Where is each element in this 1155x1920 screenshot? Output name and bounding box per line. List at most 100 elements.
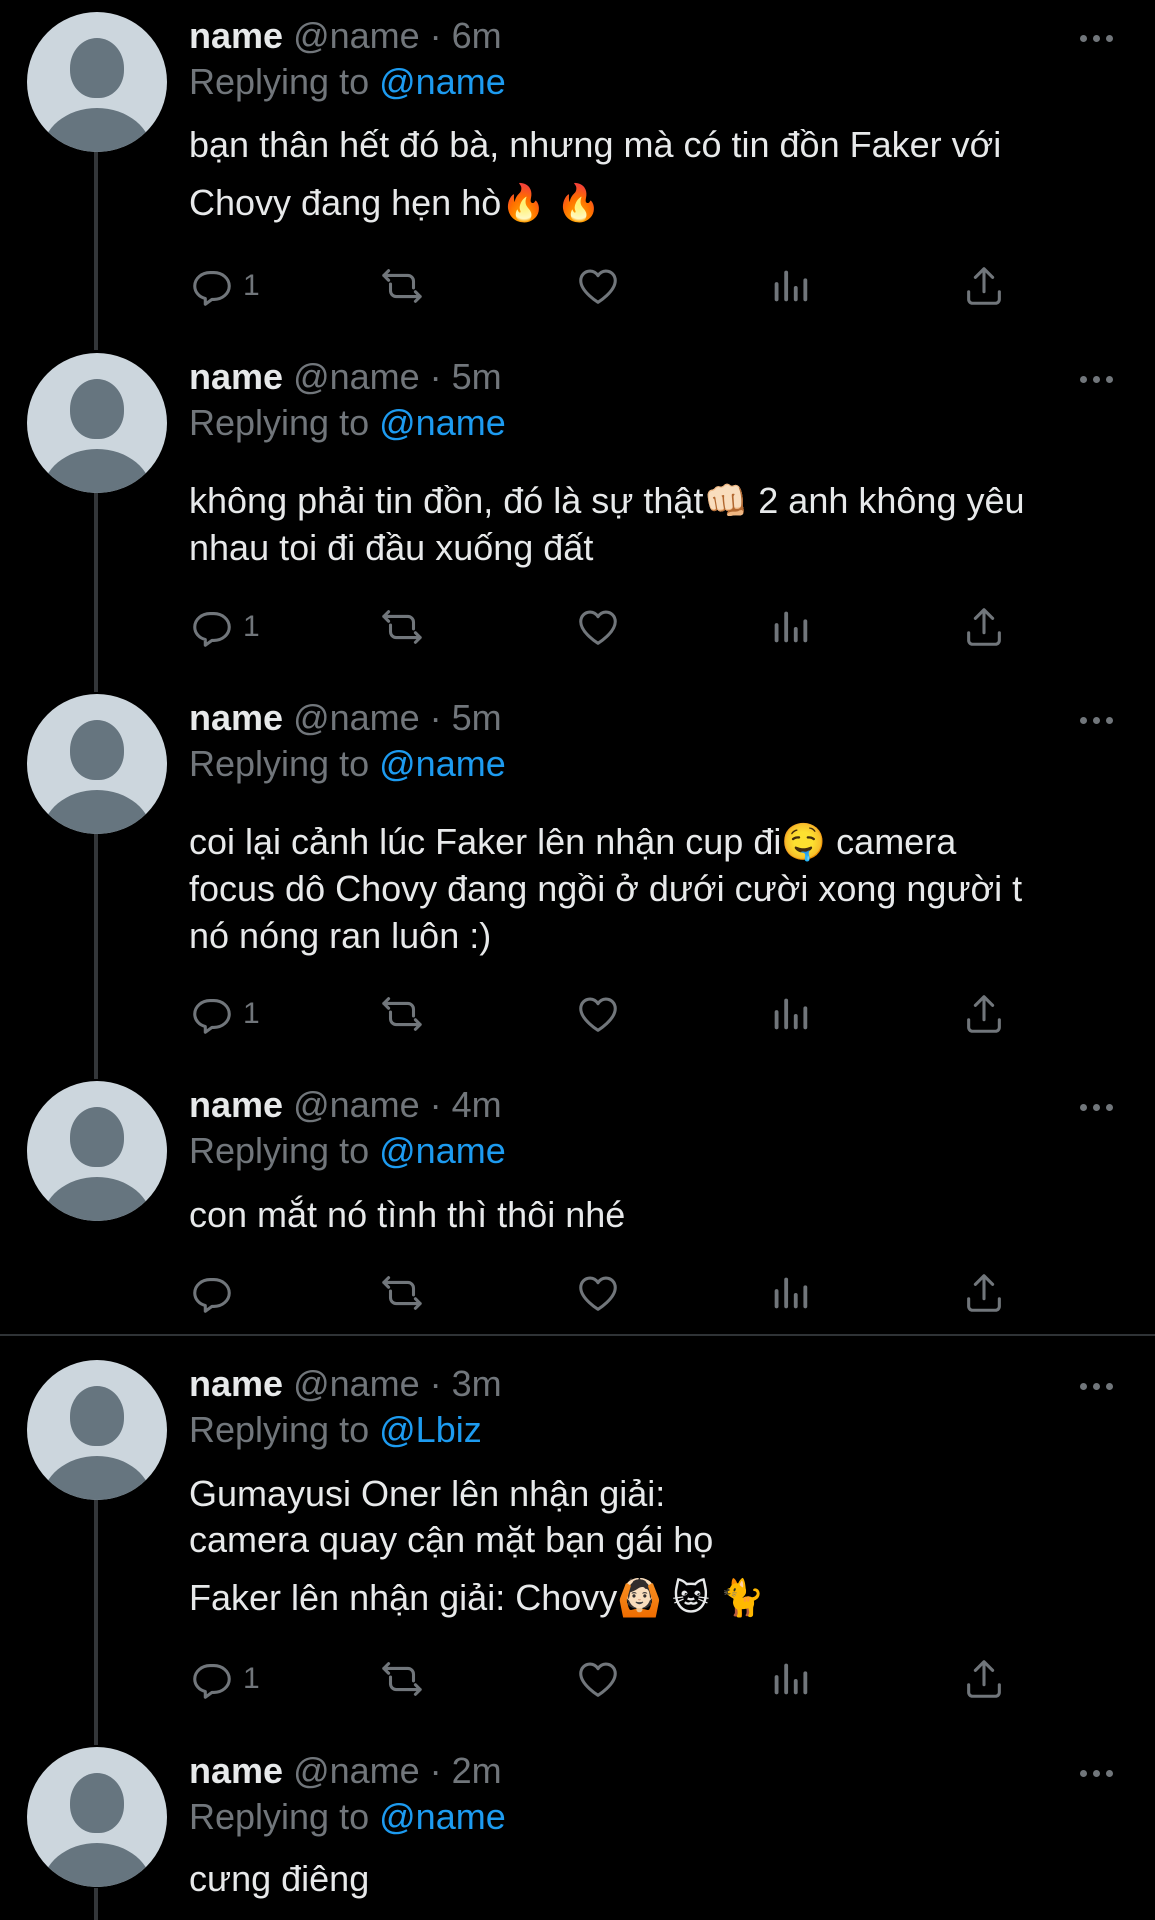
thread-line <box>94 492 98 692</box>
tweet-header: name @name · 5m <box>189 355 502 399</box>
tweet-header: name @name · 5m <box>189 696 502 740</box>
handle-and-time: @name · 3m <box>293 1363 502 1404</box>
reply-button[interactable]: 1 <box>189 602 260 652</box>
share-button[interactable] <box>961 261 1007 311</box>
tweet-header: name @name · 2m <box>189 1749 502 1793</box>
retweet-button[interactable] <box>379 261 425 311</box>
reply-button[interactable]: 1 <box>189 1654 260 1704</box>
replying-handle-link[interactable]: @name <box>379 402 506 443</box>
replying-to: Replying to @name <box>189 60 506 104</box>
heart-icon <box>575 263 621 309</box>
thread-line <box>94 150 98 350</box>
like-button[interactable] <box>575 989 621 1039</box>
avatar[interactable] <box>27 1747 167 1887</box>
more-icon[interactable] <box>1080 28 1120 48</box>
replying-to: Replying to @name <box>189 742 506 786</box>
like-button[interactable] <box>575 1654 621 1704</box>
retweet-icon <box>379 604 425 650</box>
replying-handle-link[interactable]: @name <box>379 1796 506 1837</box>
share-button[interactable] <box>961 1268 1007 1318</box>
reply-button[interactable] <box>189 1268 243 1318</box>
avatar[interactable] <box>27 12 167 152</box>
tweet-actions <box>189 1268 1029 1318</box>
handle-and-time: @name · 5m <box>293 697 502 738</box>
avatar[interactable] <box>27 353 167 493</box>
more-icon[interactable] <box>1080 1763 1120 1783</box>
share-icon <box>961 1270 1007 1316</box>
tweet-actions: 1 <box>189 1654 1029 1704</box>
reply-button[interactable]: 1 <box>189 989 260 1039</box>
display-name[interactable]: name <box>189 1750 283 1791</box>
divider <box>0 1334 1155 1336</box>
replying-label: Replying to <box>189 743 370 784</box>
views-button[interactable] <box>767 1268 813 1318</box>
replying-to: Replying to @name <box>189 1129 506 1173</box>
replying-handle-link[interactable]: @name <box>379 1130 506 1171</box>
retweet-button[interactable] <box>379 602 425 652</box>
avatar[interactable] <box>27 1360 167 1500</box>
thread-line <box>94 1500 98 1745</box>
share-button[interactable] <box>961 602 1007 652</box>
display-name[interactable]: name <box>189 1363 283 1404</box>
views-button[interactable] <box>767 989 813 1039</box>
share-icon <box>961 1656 1007 1702</box>
tweet-actions: 1 <box>189 602 1029 652</box>
tweet-actions: 1 <box>189 989 1029 1039</box>
thread-line <box>94 834 98 1079</box>
like-button[interactable] <box>575 602 621 652</box>
views-button[interactable] <box>767 261 813 311</box>
retweet-button[interactable] <box>379 1654 425 1704</box>
views-icon <box>767 1656 813 1702</box>
more-icon[interactable] <box>1080 1376 1120 1396</box>
replying-handle-link[interactable]: @name <box>379 743 506 784</box>
tweet-header: name @name · 6m <box>189 14 502 58</box>
like-button[interactable] <box>575 1268 621 1318</box>
tweet-header: name @name · 3m <box>189 1362 502 1406</box>
tweet-text-line: nó nóng ran luôn :) <box>189 915 492 956</box>
tweet-text-line: focus dô Chovy đang ngồi ở dưới cười xon… <box>189 868 1023 909</box>
views-button[interactable] <box>767 602 813 652</box>
views-icon <box>767 604 813 650</box>
reply-count: 1 <box>243 997 260 1030</box>
retweet-button[interactable] <box>379 1268 425 1318</box>
display-name[interactable]: name <box>189 697 283 738</box>
replying-to: Replying to @name <box>189 401 506 445</box>
replying-label: Replying to <box>189 402 370 443</box>
replying-label: Replying to <box>189 61 370 102</box>
replying-label: Replying to <box>189 1130 370 1171</box>
more-icon[interactable] <box>1080 369 1120 389</box>
tweet-text-line: bạn thân hết đó bà, nhưng mà có tin đồn … <box>189 124 1002 165</box>
more-icon[interactable] <box>1080 1097 1120 1117</box>
share-icon <box>961 991 1007 1037</box>
retweet-icon <box>379 991 425 1037</box>
reply-icon <box>189 604 235 650</box>
share-button[interactable] <box>961 1654 1007 1704</box>
share-button[interactable] <box>961 989 1007 1039</box>
like-button[interactable] <box>575 261 621 311</box>
display-name[interactable]: name <box>189 356 283 397</box>
replying-label: Replying to <box>189 1796 370 1837</box>
retweet-button[interactable] <box>379 989 425 1039</box>
views-icon <box>767 991 813 1037</box>
heart-icon <box>575 1656 621 1702</box>
retweet-icon <box>379 1270 425 1316</box>
reply-count: 1 <box>243 1662 260 1695</box>
reply-button[interactable]: 1 <box>189 261 260 311</box>
views-button[interactable] <box>767 1654 813 1704</box>
heart-icon <box>575 604 621 650</box>
replying-handle-link[interactable]: @Lbiz <box>379 1409 482 1450</box>
tweet-text-line: Gumayusi Oner lên nhận giải: <box>189 1473 666 1514</box>
handle-and-time: @name · 5m <box>293 356 502 397</box>
tweet-text-line: Chovy đang hẹn hò🔥 🔥 <box>189 182 601 223</box>
replying-handle-link[interactable]: @name <box>379 61 506 102</box>
avatar[interactable] <box>27 694 167 834</box>
avatar[interactable] <box>27 1081 167 1221</box>
reply-count: 1 <box>243 610 260 643</box>
retweet-icon <box>379 1656 425 1702</box>
share-icon <box>961 604 1007 650</box>
tweet-actions: 1 <box>189 261 1029 311</box>
display-name[interactable]: name <box>189 1084 283 1125</box>
more-icon[interactable] <box>1080 710 1120 730</box>
display-name[interactable]: name <box>189 15 283 56</box>
reply-count: 1 <box>243 269 260 302</box>
